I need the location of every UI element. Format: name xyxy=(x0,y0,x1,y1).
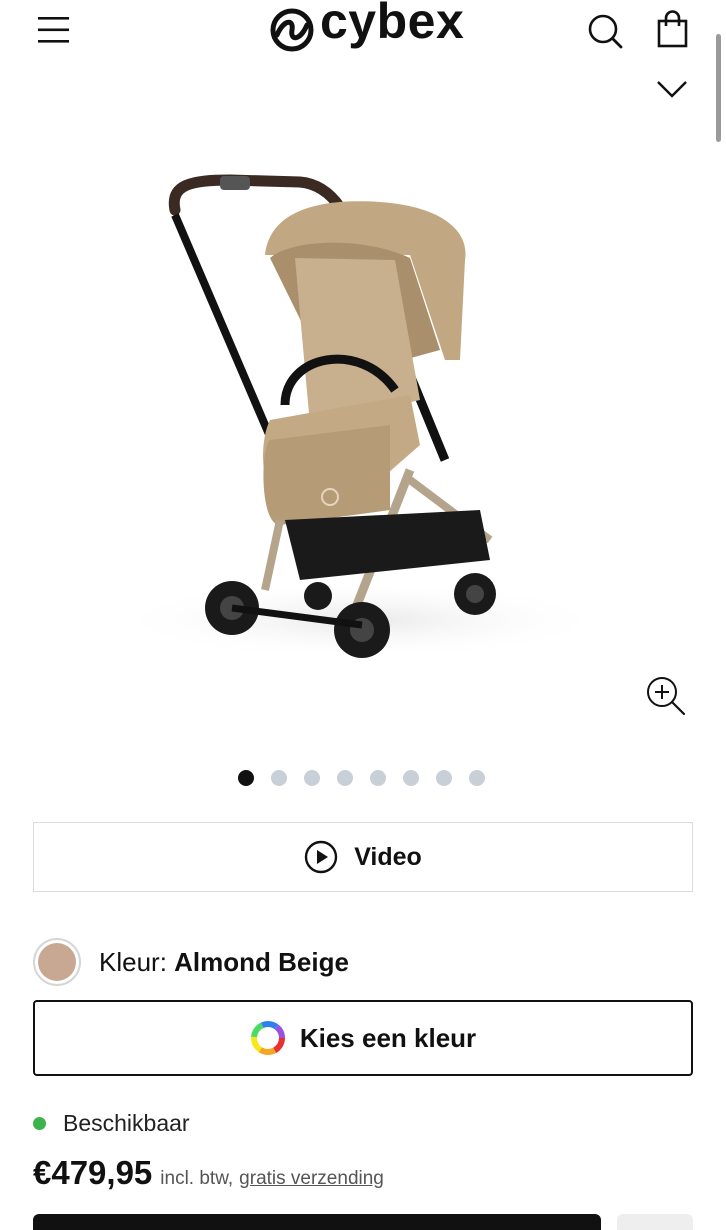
price-row: €479,95 incl. btw, gratis verzending xyxy=(33,1154,384,1192)
choose-color-button[interactable]: Kies een kleur xyxy=(33,1000,693,1076)
carousel-dot[interactable] xyxy=(238,770,254,786)
carousel-dot[interactable] xyxy=(469,770,485,786)
color-name: Almond Beige xyxy=(174,946,349,977)
site-header: cybex xyxy=(0,0,726,142)
carousel-dot[interactable] xyxy=(370,770,386,786)
product-price: €479,95 xyxy=(33,1154,153,1191)
choose-color-label: Kies een kleur xyxy=(299,1022,477,1053)
video-label: Video xyxy=(354,842,422,871)
page-scrollbar[interactable] xyxy=(716,34,721,142)
expand-button[interactable] xyxy=(654,74,690,102)
carousel-pagination xyxy=(238,770,485,786)
carousel-dot[interactable] xyxy=(337,770,353,786)
stock-status: Beschikbaar xyxy=(33,1110,190,1137)
video-button[interactable]: Video xyxy=(33,822,693,892)
cybex-logo[interactable]: cybex xyxy=(268,0,468,58)
color-selection: Kleur: Almond Beige xyxy=(33,936,349,988)
stock-text: Beschikbaar xyxy=(63,1110,190,1136)
menu-icon xyxy=(38,17,69,43)
chevron-down-icon xyxy=(657,81,687,98)
search-button[interactable] xyxy=(586,12,624,50)
wishlist-button[interactable] xyxy=(617,1214,693,1230)
add-to-cart-button[interactable] xyxy=(33,1214,601,1230)
carousel-dot[interactable] xyxy=(403,770,419,786)
search-icon xyxy=(588,14,623,49)
carousel-dot[interactable] xyxy=(436,770,452,786)
shopping-bag-icon xyxy=(657,10,688,48)
price-tax-note: incl. btw, xyxy=(160,1168,234,1189)
logo-text: cybex xyxy=(320,0,465,49)
stroller-illustration xyxy=(110,174,610,660)
menu-button[interactable] xyxy=(36,14,72,46)
cart-button[interactable] xyxy=(654,10,692,50)
color-wheel-icon xyxy=(250,1021,285,1055)
carousel-dot[interactable] xyxy=(271,770,287,786)
zoom-in-icon xyxy=(647,677,686,716)
color-label: Kleur: Almond Beige xyxy=(99,947,349,978)
color-swatch[interactable] xyxy=(33,938,81,986)
product-image[interactable] xyxy=(60,140,620,700)
zoom-button[interactable] xyxy=(644,674,688,718)
color-swatch-fill xyxy=(38,943,76,981)
free-shipping-link[interactable]: gratis verzending xyxy=(239,1168,384,1190)
stock-indicator-icon xyxy=(33,1117,46,1130)
color-prefix: Kleur: xyxy=(99,946,167,977)
cybex-logo-icon xyxy=(270,8,314,52)
play-icon xyxy=(304,840,338,874)
carousel-dot[interactable] xyxy=(304,770,320,786)
